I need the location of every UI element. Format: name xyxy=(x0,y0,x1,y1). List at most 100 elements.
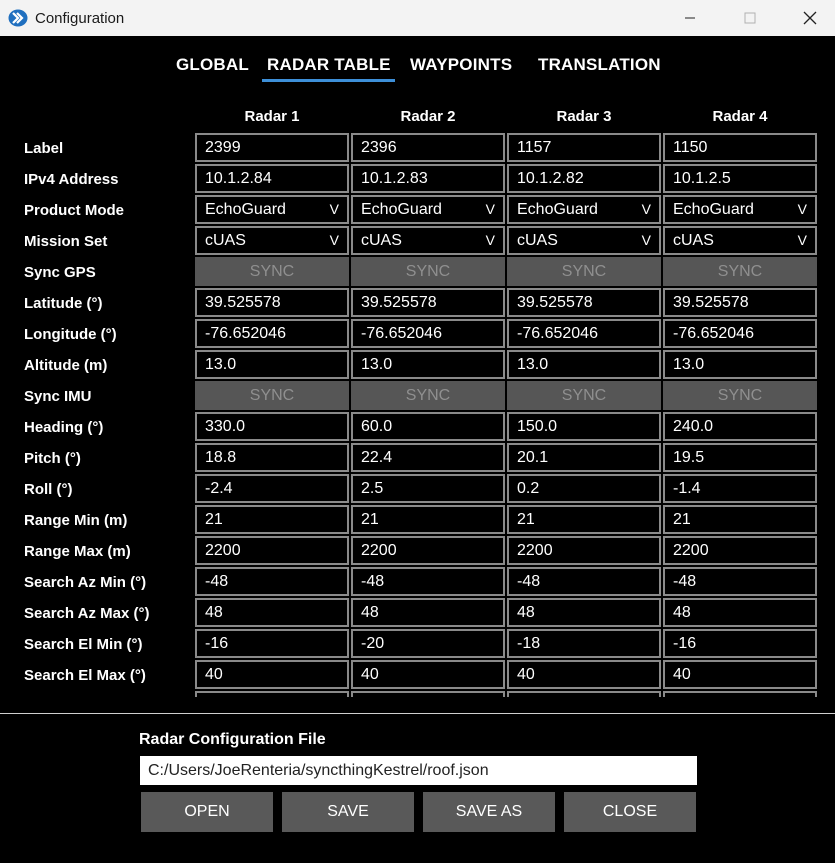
tab-translation[interactable]: TRANSLATION xyxy=(538,55,661,75)
maximize-button[interactable] xyxy=(727,0,773,36)
table-input-cell[interactable]: 21 xyxy=(351,505,505,534)
table-input-cell[interactable]: -20 xyxy=(351,629,505,658)
select-value: EchoGuard xyxy=(673,201,754,218)
table-input-cell[interactable]: 19.5 xyxy=(663,443,817,472)
tab-radar-table[interactable]: RADAR TABLE xyxy=(267,55,391,75)
table-input-cell[interactable]: 21 xyxy=(507,505,661,534)
table-input-cell[interactable]: -2.4 xyxy=(195,474,349,503)
table-input-cell[interactable]: 48 xyxy=(195,598,349,627)
table-input-cell[interactable]: 40 xyxy=(507,660,661,689)
table-input-cell[interactable]: 60.0 xyxy=(351,412,505,441)
sync-button[interactable]: SYNC xyxy=(663,257,817,286)
table-input-cell-clipped[interactable] xyxy=(507,691,661,697)
table-input-cell[interactable]: -16 xyxy=(195,629,349,658)
table-input-cell[interactable]: 10.1.2.84 xyxy=(195,164,349,193)
chevron-down-icon: V xyxy=(641,201,651,217)
select-field[interactable]: EchoGuard V xyxy=(351,195,505,224)
table-input-cell[interactable]: 13.0 xyxy=(507,350,661,379)
table-input-cell[interactable]: 40 xyxy=(195,660,349,689)
table-input-cell[interactable]: 39.525578 xyxy=(195,288,349,317)
select-field[interactable]: cUAS V xyxy=(663,226,817,255)
close-button[interactable]: CLOSE xyxy=(564,792,696,832)
table-input-cell[interactable]: 22.4 xyxy=(351,443,505,472)
table-input-cell[interactable]: -1.4 xyxy=(663,474,817,503)
table-input-cell[interactable]: -76.652046 xyxy=(507,319,661,348)
table-input-cell[interactable]: 1150 xyxy=(663,133,817,162)
table-input-cell[interactable]: 2399 xyxy=(195,133,349,162)
save-as-button[interactable]: SAVE AS xyxy=(423,792,555,832)
sync-button[interactable]: SYNC xyxy=(351,381,505,410)
table-input-cell[interactable]: 150.0 xyxy=(507,412,661,441)
sync-button[interactable]: SYNC xyxy=(195,381,349,410)
table-input-cell[interactable]: 13.0 xyxy=(351,350,505,379)
close-window-button[interactable] xyxy=(787,0,833,36)
select-field[interactable]: EchoGuard V xyxy=(507,195,661,224)
row-label: Label xyxy=(24,140,64,157)
table-input-cell[interactable]: 0.2 xyxy=(507,474,661,503)
table-input-cell-clipped[interactable] xyxy=(663,691,817,697)
table-input-cell[interactable]: 1157 xyxy=(507,133,661,162)
table-input-cell[interactable]: -76.652046 xyxy=(195,319,349,348)
table-input-cell[interactable]: 13.0 xyxy=(663,350,817,379)
table-input-cell[interactable]: -76.652046 xyxy=(351,319,505,348)
table-input-cell[interactable]: 40 xyxy=(351,660,505,689)
table-input-cell[interactable]: -48 xyxy=(507,567,661,596)
table-input-cell[interactable]: 10.1.2.5 xyxy=(663,164,817,193)
row-label: Sync IMU xyxy=(24,388,92,405)
select-field[interactable]: EchoGuard V xyxy=(195,195,349,224)
table-input-cell[interactable]: 18.8 xyxy=(195,443,349,472)
table-input-cell[interactable]: 10.1.2.82 xyxy=(507,164,661,193)
table-input-cell-clipped[interactable] xyxy=(351,691,505,697)
config-file-path-input[interactable]: C:/Users/JoeRenteria/syncthingKestrel/ro… xyxy=(139,755,698,786)
table-input-cell[interactable]: 39.525578 xyxy=(507,288,661,317)
table-input-cell[interactable]: 40 xyxy=(663,660,817,689)
table-input-cell[interactable]: -48 xyxy=(195,567,349,596)
open-button[interactable]: OPEN xyxy=(141,792,273,832)
table-input-cell[interactable]: 21 xyxy=(195,505,349,534)
sync-button[interactable]: SYNC xyxy=(507,257,661,286)
select-value: cUAS xyxy=(517,232,558,249)
table-input-cell[interactable]: 10.1.2.83 xyxy=(351,164,505,193)
sync-button[interactable]: SYNC xyxy=(195,257,349,286)
close-icon xyxy=(803,11,817,25)
tab-waypoints[interactable]: WAYPOINTS xyxy=(410,55,512,75)
table-input-cell[interactable]: 2200 xyxy=(195,536,349,565)
table-input-cell[interactable]: 240.0 xyxy=(663,412,817,441)
select-field[interactable]: cUAS V xyxy=(195,226,349,255)
table-input-cell[interactable]: 48 xyxy=(507,598,661,627)
table-input-cell[interactable]: 2200 xyxy=(507,536,661,565)
table-input-cell[interactable]: -18 xyxy=(507,629,661,658)
tab-global[interactable]: GLOBAL xyxy=(176,55,249,75)
table-input-cell[interactable]: -16 xyxy=(663,629,817,658)
sync-button[interactable]: SYNC xyxy=(351,257,505,286)
active-tab-indicator xyxy=(262,79,395,82)
table-input-cell[interactable]: 39.525578 xyxy=(351,288,505,317)
save-button[interactable]: SAVE xyxy=(282,792,414,832)
select-field[interactable]: cUAS V xyxy=(507,226,661,255)
select-value: cUAS xyxy=(205,232,246,249)
table-input-cell[interactable]: 48 xyxy=(663,598,817,627)
row-label: Heading (°) xyxy=(24,419,104,436)
row-label: IPv4 Address xyxy=(24,171,119,188)
table-input-cell[interactable]: 39.525578 xyxy=(663,288,817,317)
table-input-cell[interactable]: 2200 xyxy=(351,536,505,565)
minimize-button[interactable] xyxy=(667,0,713,36)
row-label: Product Mode xyxy=(24,202,124,219)
table-input-cell[interactable]: 13.0 xyxy=(195,350,349,379)
table-input-cell[interactable]: 2.5 xyxy=(351,474,505,503)
table-input-cell[interactable]: 21 xyxy=(663,505,817,534)
sync-button[interactable]: SYNC xyxy=(507,381,661,410)
table-input-cell[interactable]: 330.0 xyxy=(195,412,349,441)
sync-button[interactable]: SYNC xyxy=(663,381,817,410)
table-input-cell[interactable]: 20.1 xyxy=(507,443,661,472)
table-input-cell[interactable]: -48 xyxy=(351,567,505,596)
table-input-cell[interactable]: 48 xyxy=(351,598,505,627)
select-field[interactable]: EchoGuard V xyxy=(663,195,817,224)
table-input-cell-clipped[interactable] xyxy=(195,691,349,697)
table-input-cell[interactable]: 2200 xyxy=(663,536,817,565)
table-input-cell[interactable]: -48 xyxy=(663,567,817,596)
select-value: EchoGuard xyxy=(517,201,598,218)
select-field[interactable]: cUAS V xyxy=(351,226,505,255)
table-input-cell[interactable]: -76.652046 xyxy=(663,319,817,348)
table-input-cell[interactable]: 2396 xyxy=(351,133,505,162)
